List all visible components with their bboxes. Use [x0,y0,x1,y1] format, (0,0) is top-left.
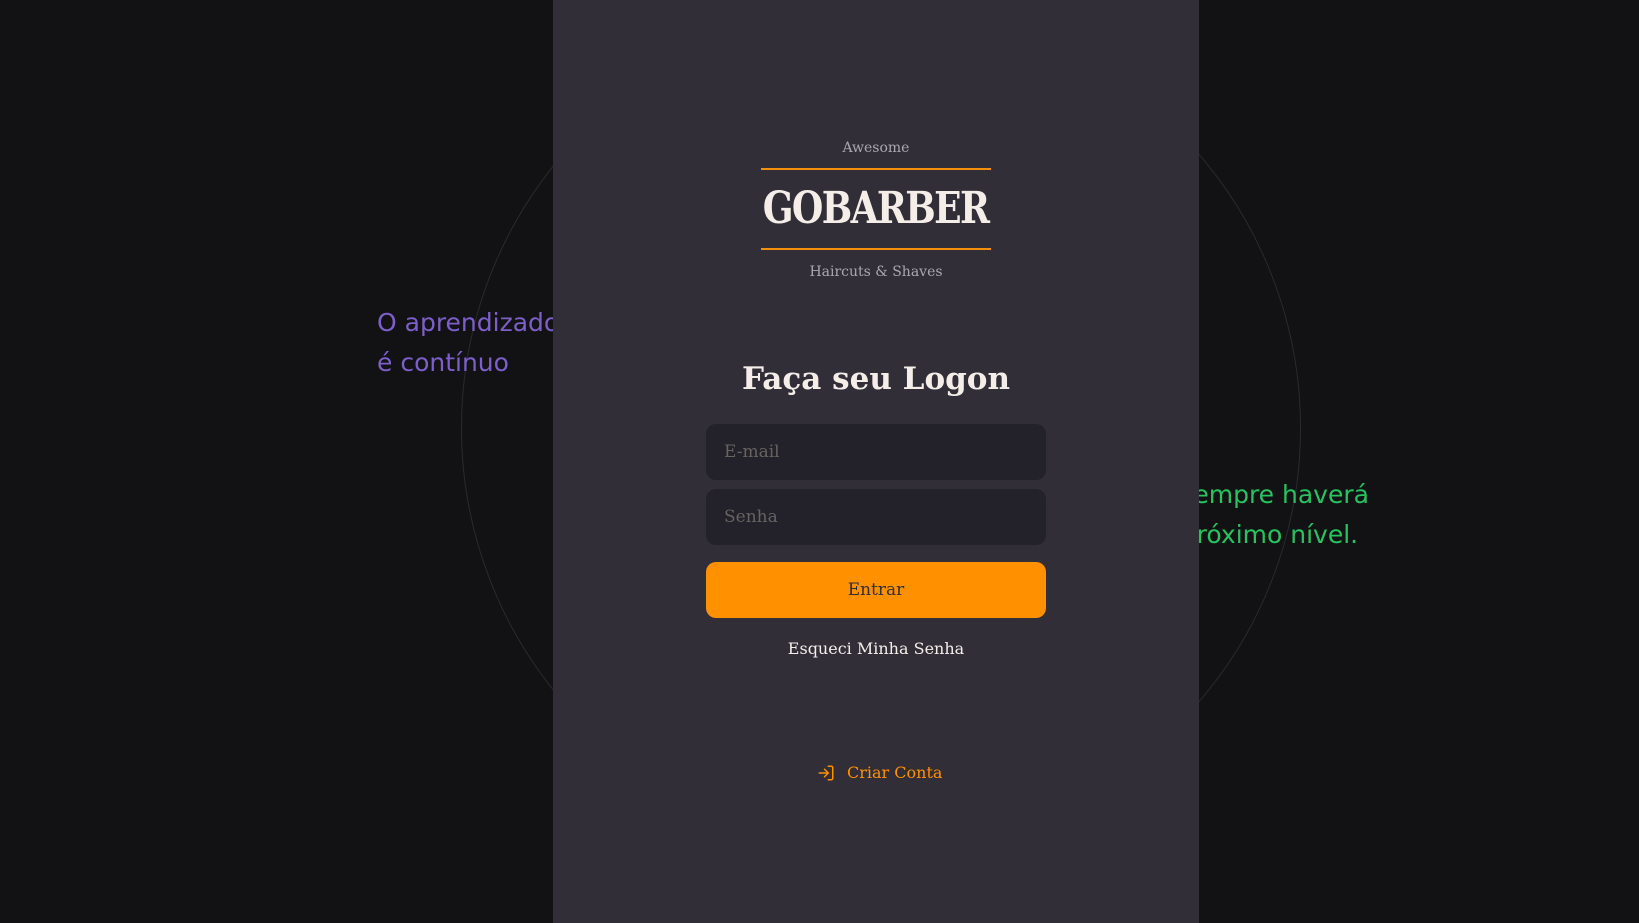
logo-wordmark: GOBARBER [761,170,991,248]
forgot-password-link[interactable]: Esqueci Minha Senha [553,638,1199,660]
quote-left-line-2: é contínuo [377,348,509,377]
quote-left-line-1: O aprendizado [377,308,560,337]
create-account-label: Criar Conta [847,763,943,782]
logo-bottom-text: Haircuts & Shaves [809,264,943,280]
logo-brand-name: GOBARBER [763,183,990,234]
login-title: Faça seu Logon [741,361,1011,397]
log-in-icon [817,764,835,782]
logo-top-text: Awesome [842,140,910,156]
gobarber-logo: Awesome GOBARBER Haircuts & Shaves [761,138,991,282]
login-panel: Awesome GOBARBER Haircuts & Shaves Faça … [553,0,1199,923]
create-account-link[interactable]: Criar Conta [817,761,942,785]
email-input[interactable] [706,424,1046,480]
quote-left: O aprendizado é contínuo [377,303,559,383]
password-input[interactable] [706,489,1046,545]
submit-button[interactable]: Entrar [706,562,1046,618]
logo-bottom-rule [761,248,991,250]
